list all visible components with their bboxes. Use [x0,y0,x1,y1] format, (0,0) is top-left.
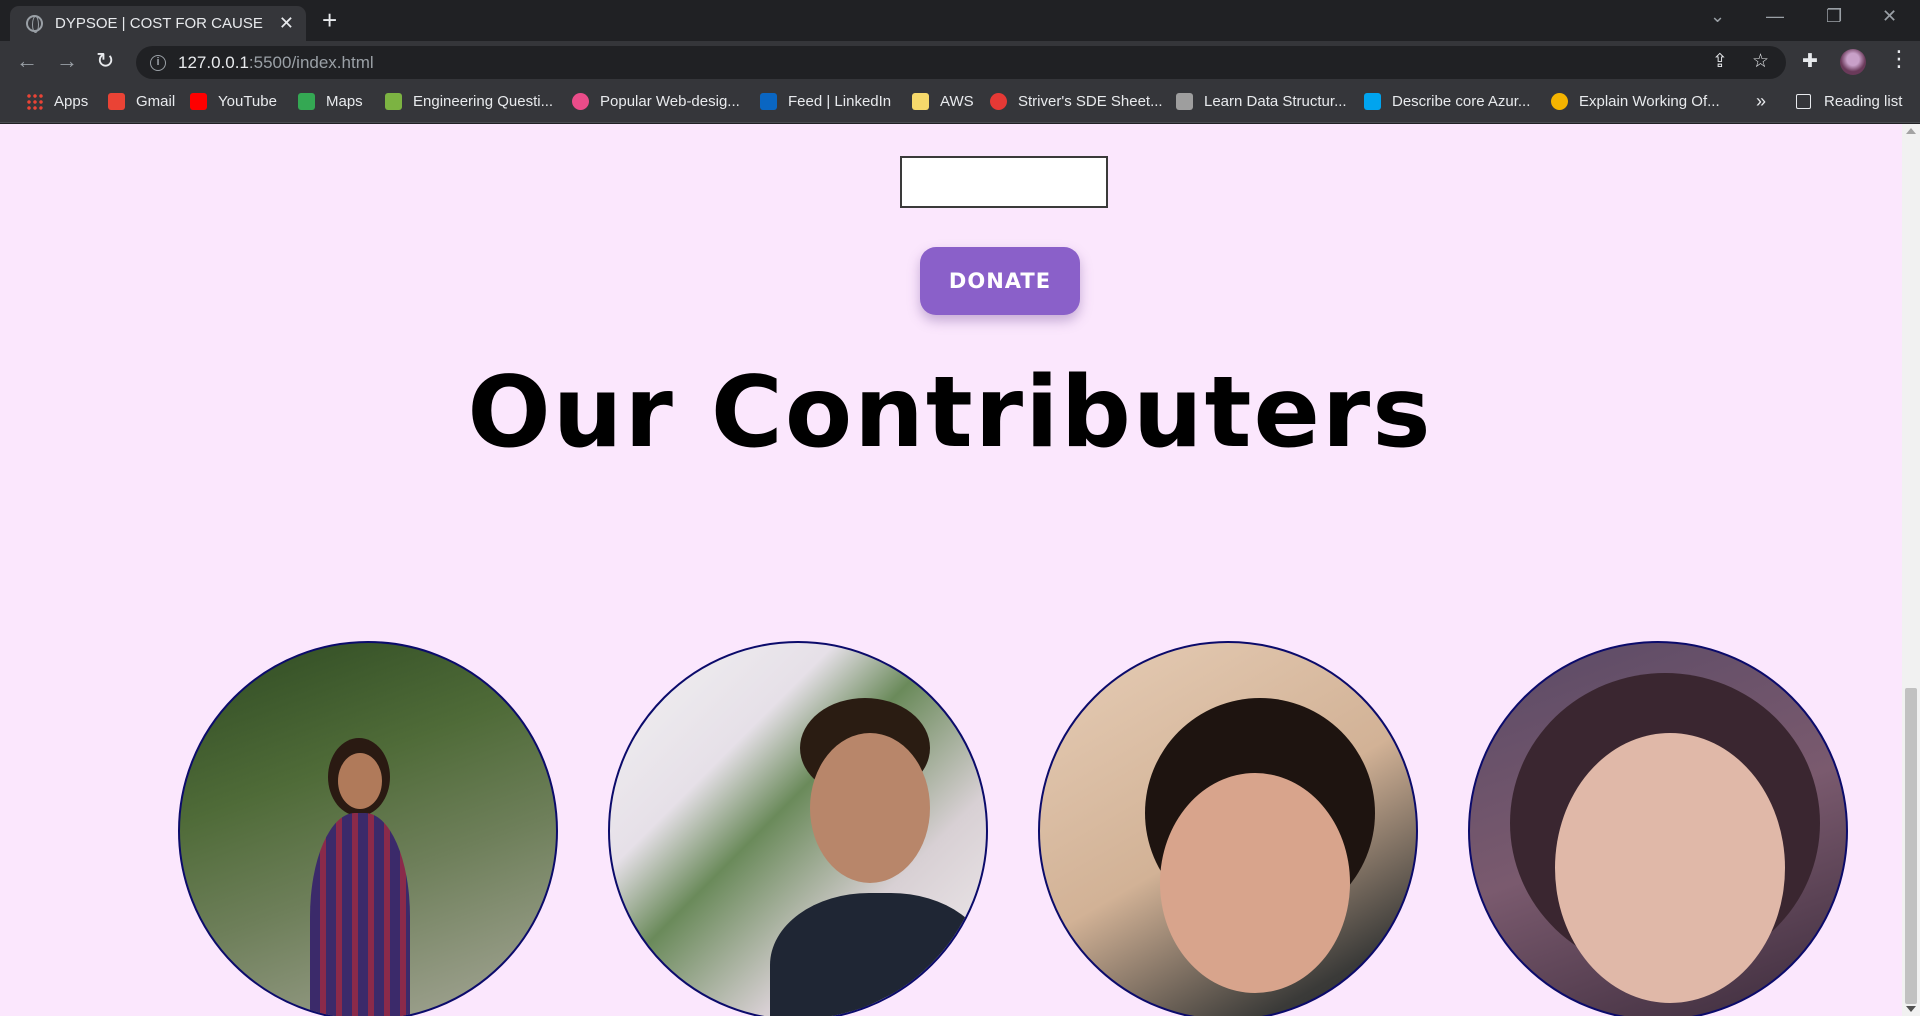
donate-button[interactable]: DONATE [920,247,1080,315]
back-icon[interactable]: ← [16,49,38,73]
reading-list-button[interactable]: Reading list [1796,93,1902,110]
restore-icon[interactable]: ❐ [1826,6,1842,27]
minimize-icon[interactable]: — [1766,6,1784,27]
bookmark-star-icon[interactable]: ☆ [1752,52,1769,72]
share-icon[interactable]: ⇪ [1712,52,1728,72]
url-host: 127.0.0.1 [178,52,249,72]
bookmark-item[interactable]: Feed | LinkedIn [760,93,891,110]
bookmark-item[interactable]: YouTube [190,93,277,110]
url-path: :5500/index.html [248,52,374,72]
tab-strip: DYPSOE | COST FOR CAUSE ✕ + ⌄ — ❐ ✕ [0,0,1920,41]
bookmark-item[interactable]: Striver's SDE Sheet... [990,93,1163,110]
apps-grid-icon [26,93,43,110]
url-bar[interactable]: i 127.0.0.1:5500/index.html [136,46,1786,79]
bookmark-label: AWS [940,93,974,110]
new-tab-button[interactable]: + [322,6,337,34]
address-toolbar: ← → ↻ i 127.0.0.1:5500/index.html ⇪ ☆ ✚ … [0,41,1920,83]
contributor-photo-1 [178,641,558,1016]
extensions-icon[interactable]: ✚ [1802,52,1818,72]
bookmark-label: Gmail [136,93,176,110]
contributor-photo-4 [1468,641,1848,1016]
scrollbar-thumb[interactable] [1905,688,1917,1004]
site-info-icon[interactable]: i [150,54,166,71]
contributors-heading: Our Contributers [467,356,1433,470]
dribbble-icon [572,93,589,110]
bookmark-item[interactable]: Apps [26,93,88,110]
bookmark-label: Learn Data Structur... [1204,93,1347,110]
bookmark-item[interactable]: Popular Web-desig... [572,93,740,110]
donation-amount-input[interactable] [900,156,1108,208]
page-scrollbar[interactable] [1902,124,1920,1016]
more-bookmarks-icon[interactable]: » [1756,91,1766,112]
bookmark-item[interactable]: Explain Working Of... [1551,93,1720,110]
contributor-photo-2 [608,641,988,1016]
bookmark-label: Popular Web-desig... [600,93,740,110]
refresh-orange-icon [1551,93,1568,110]
maps-icon [298,93,315,110]
tab-search-icon[interactable]: ⌄ [1710,6,1725,27]
bookmark-label: Feed | LinkedIn [788,93,892,110]
cc-icon [1176,93,1193,110]
profile-avatar[interactable] [1840,49,1866,75]
folder-icon [912,93,929,110]
gmail-icon [108,93,125,110]
bookmark-label: Engineering Questi... [413,93,554,110]
youtube-icon [190,93,207,110]
reading-list-label: Reading list [1824,93,1903,110]
bookmark-item[interactable]: Maps [298,93,363,110]
leaf-icon [385,93,402,110]
scroll-down-icon[interactable] [1906,1006,1916,1012]
bookmark-item[interactable]: Engineering Questi... [385,93,553,110]
scroll-up-icon[interactable] [1906,128,1916,134]
globe-icon [26,15,43,33]
forward-icon[interactable]: → [56,49,78,73]
bookmark-label: Maps [326,93,363,110]
bookmark-label: Apps [54,93,89,110]
tuf-icon [990,93,1007,110]
bookmark-item[interactable]: Describe core Azur... [1364,93,1530,110]
reload-icon[interactable]: ↻ [96,49,114,73]
linkedin-icon [760,93,777,110]
active-tab[interactable]: DYPSOE | COST FOR CAUSE ✕ [10,6,306,41]
reading-list-icon [1796,94,1811,109]
microsoft-icon [1364,93,1381,110]
contributor-photo-3 [1038,641,1418,1016]
tab-close-icon[interactable]: ✕ [279,14,294,32]
bookmark-label: Describe core Azur... [1392,93,1531,110]
bookmarks-bar: » Reading list Apps Gmail YouTube Maps Engin… [0,83,1920,123]
bookmark-label: YouTube [218,93,277,110]
tab-title: DYPSOE | COST FOR CAUSE [55,15,263,32]
bookmark-item[interactable]: AWS [912,93,974,110]
bookmark-label: Explain Working Of... [1579,93,1720,110]
bookmark-label: Striver's SDE Sheet... [1018,93,1163,110]
page-viewport: DONATE Our Contributers [0,124,1920,1016]
close-window-icon[interactable]: ✕ [1882,6,1897,27]
bookmark-item[interactable]: Gmail [108,93,175,110]
bookmark-item[interactable]: Learn Data Structur... [1176,93,1347,110]
menu-kebab-icon[interactable]: ⋮ [1888,48,1910,70]
